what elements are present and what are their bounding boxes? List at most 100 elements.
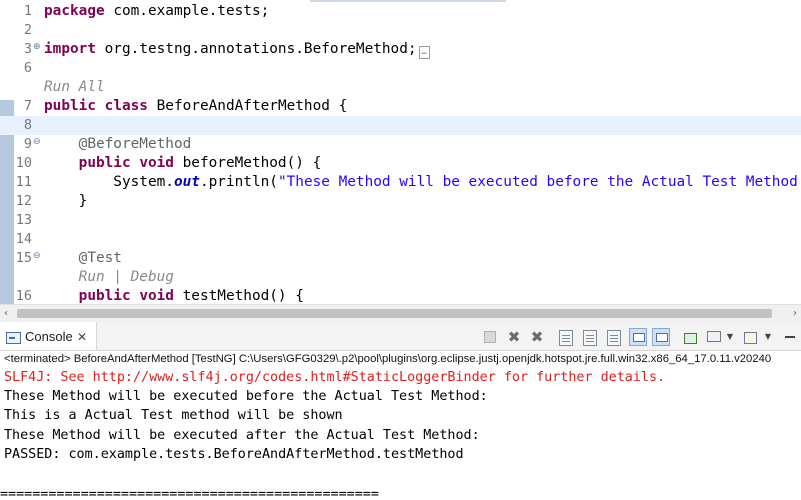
line-number: 11	[15, 174, 32, 190]
code-line[interactable]: 8	[0, 116, 801, 135]
show-on-stdout-icon[interactable]	[629, 328, 647, 346]
line-number: 8	[23, 117, 32, 133]
console-icon	[6, 332, 21, 344]
code-token: public	[78, 155, 131, 171]
code-token: beforeMethod() {	[173, 155, 322, 171]
line-number: 1	[23, 3, 32, 19]
scroll-left-icon[interactable]: ‹	[4, 305, 8, 322]
expand-fold-icon[interactable]: ⊕	[33, 43, 41, 52]
tab-console[interactable]: Console ✕	[0, 322, 97, 350]
show-on-stderr-icon[interactable]	[652, 328, 670, 346]
code-token: import	[44, 41, 96, 57]
code-token: void	[139, 288, 174, 304]
code-token: "These Method will be executed before th…	[277, 174, 801, 190]
code-token: class	[104, 98, 148, 114]
code-text: }	[44, 192, 88, 211]
code-line[interactable]: 10 public void beforeMethod() {	[0, 154, 801, 173]
code-editor[interactable]: 1 package com.example.tests; 2 3 ⊕ import org…	[0, 0, 801, 304]
code-text: @BeforeMethod	[44, 135, 192, 154]
line-number: 7	[23, 98, 32, 114]
code-line[interactable]: 11 System.out.println("These Method will…	[0, 173, 801, 192]
code-token: @Test	[78, 250, 122, 266]
code-lens-link[interactable]: Run All	[44, 79, 105, 95]
code-text: Run | Debug	[44, 268, 174, 287]
line-number: 13	[15, 212, 32, 228]
remove-launch-icon[interactable]: ✖	[506, 329, 522, 345]
display-selected-console-icon[interactable]	[706, 329, 722, 345]
code-line[interactable]: 9 ⊖ @BeforeMethod	[0, 135, 801, 154]
console-process-label: <terminated> BeforeAndAfterMethod [TestN…	[4, 353, 772, 365]
code-line[interactable]: 7 public class BeforeAndAfterMethod {	[0, 97, 801, 116]
stop-icon[interactable]	[484, 331, 496, 343]
code-token: public	[44, 98, 96, 114]
code-line[interactable]: 14	[0, 230, 801, 249]
editor-horizontal-scrollbar[interactable]: ‹ ›	[0, 304, 801, 322]
code-token: public	[78, 288, 131, 304]
code-token: }	[44, 193, 88, 209]
collapse-fold-icon[interactable]: ⊖	[33, 138, 41, 147]
open-console-icon[interactable]	[682, 329, 698, 345]
code-line[interactable]: 1 package com.example.tests;	[0, 2, 801, 21]
code-line[interactable]: 12 }	[0, 192, 801, 211]
console-line: These Method will be executed before the…	[4, 389, 488, 405]
chevron-down-icon[interactable]: ▼	[726, 329, 734, 345]
code-line[interactable]: 13	[0, 211, 801, 230]
line-number: 14	[15, 231, 32, 247]
scroll-right-icon[interactable]: ›	[793, 305, 797, 322]
code-token: com.example.tests;	[104, 3, 270, 19]
code-token: out	[173, 174, 200, 190]
code-text: System.out.println("These Method will be…	[44, 173, 801, 192]
line-number: 2	[23, 22, 32, 38]
console-line: These Method will be executed after the …	[4, 427, 480, 443]
code-line[interactable]: 3 ⊕ import org.testng.annotations.BeforeMe…	[0, 40, 801, 59]
code-line[interactable]: 2	[0, 21, 801, 40]
minimize-icon[interactable]	[784, 329, 796, 345]
remove-all-terminated-icon[interactable]: ✖	[529, 329, 545, 345]
line-number: 10	[15, 155, 32, 171]
folded-region-indicator[interactable]: …	[418, 46, 430, 59]
collapse-fold-icon[interactable]: ⊖	[33, 252, 41, 261]
code-line[interactable]: Run All	[0, 78, 801, 97]
console-output[interactable]: SLF4J: See http://www.slf4j.org/codes.ht…	[4, 368, 801, 483]
code-token: org.testng.annotations.BeforeMethod;	[95, 41, 417, 57]
code-lens-link[interactable]: Run | Debug	[79, 269, 174, 285]
line-number: 9	[23, 136, 32, 152]
code-text: Run All	[44, 78, 105, 97]
code-token: @BeforeMethod	[78, 136, 192, 152]
code-text: @Test	[44, 249, 122, 268]
code-token: .println(	[199, 174, 278, 190]
console-divider-line: ========================================…	[0, 489, 379, 500]
code-line[interactable]: 6	[0, 59, 801, 78]
code-token: testMethod() {	[173, 288, 304, 304]
scroll-lock-icon[interactable]	[559, 330, 573, 346]
code-text: public void beforeMethod() {	[44, 154, 322, 173]
code-token: System.	[44, 174, 174, 190]
code-line[interactable]: 15 ⊖ @Test	[0, 249, 801, 268]
word-wrap-icon[interactable]	[583, 330, 597, 346]
code-text: public class BeforeAndAfterMethod {	[44, 97, 347, 116]
code-line[interactable]: 16 public void testMethod() {	[0, 287, 801, 304]
console-view-header: Console ✕ ✖ ✖ ▼ ▼	[0, 322, 801, 351]
chevron-down-icon[interactable]: ▼	[764, 329, 772, 345]
scrollbar-thumb[interactable]	[17, 309, 772, 318]
console-error-line: SLF4J: See http://www.slf4j.org/codes.ht…	[4, 370, 666, 385]
code-text: import org.testng.annotations.BeforeMeth…	[44, 40, 430, 59]
new-console-icon[interactable]	[743, 329, 759, 345]
code-token: BeforeAndAfterMethod {	[147, 98, 348, 114]
console-line: PASSED: com.example.tests.BeforeAndAfter…	[4, 446, 464, 462]
close-icon[interactable]: ✕	[77, 322, 87, 352]
console-tab-label: Console	[25, 329, 73, 344]
console-line: This is a Actual Test method will be sho…	[4, 408, 343, 424]
code-text: public void testMethod() {	[44, 287, 304, 304]
pin-console-icon[interactable]	[607, 330, 621, 346]
code-line[interactable]: Run | Debug	[0, 268, 801, 287]
